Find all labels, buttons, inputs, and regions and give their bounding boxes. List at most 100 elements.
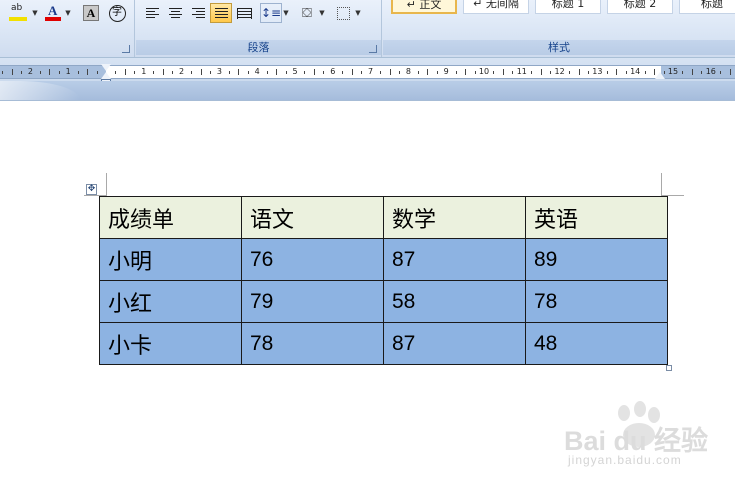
ruler-tick [20,71,22,74]
ruler-tick [2,71,4,74]
table-move-handle-icon[interactable]: ✥ [86,184,97,195]
table-cell[interactable]: 79 [241,280,384,323]
style-no-spacing[interactable]: ↵ 无间隔 [463,0,529,14]
align-center-button[interactable] [164,3,186,23]
ruler-tick [540,69,542,75]
line-spacing-dropdown-arrow[interactable]: ▼ [282,3,290,23]
ruler-tick [115,71,117,74]
ruler-number: 11 [516,67,527,76]
ruler-tick [162,69,164,75]
font-color-button[interactable]: A [42,3,64,23]
ruler-number: 4 [254,67,260,76]
ruler-tick [531,71,533,74]
align-right-button[interactable] [187,3,209,23]
ruler-tick [313,69,315,75]
align-right-icon [191,7,205,19]
ruler-number: 7 [368,67,374,76]
ruler-tick [351,69,353,75]
borders-button[interactable] [332,3,354,23]
table-cell[interactable]: 76 [241,238,384,281]
table-cell[interactable]: 78 [241,322,384,365]
table-cell[interactable]: 小明 [99,238,242,281]
distributed-button[interactable] [233,3,255,23]
character-shading-button[interactable]: A [80,3,102,23]
align-left-button[interactable] [141,3,163,23]
ruler-tick [380,71,382,74]
shading-button[interactable]: ⛋ [296,3,318,23]
table-cell[interactable]: 成绩单 [99,196,242,239]
ruler-tick [550,71,552,74]
font-color-dropdown-arrow[interactable]: ▼ [64,3,72,23]
paragraph-group-label: 段落 [136,40,381,55]
document-page[interactable]: ✥ 成绩单 语文 数学 英语 小明 76 87 89 小红 79 58 78 小… [0,101,735,486]
highlight-dropdown-arrow[interactable]: ▼ [31,3,39,23]
align-center-icon [168,7,182,19]
first-line-indent-marker[interactable] [101,64,111,71]
line-spacing-button[interactable]: ↕≡ [260,3,282,23]
ruler-tick [389,69,391,75]
style-title[interactable]: 标题 [679,0,735,14]
ruler-tick [361,71,363,74]
highlighter-icon: ab [9,3,27,21]
text-highlight-button[interactable]: ab [6,3,30,23]
ruler-tick [124,69,126,75]
ruler-number: 15 [667,67,679,76]
ruler-number: 10 [478,67,490,76]
ruler-tick [304,71,306,74]
table-cell[interactable]: 英语 [525,196,668,239]
ruler-tick [285,71,287,74]
ruler-tick [96,71,98,74]
ruler-tick [427,69,429,75]
line-spacing-icon: ↕≡ [260,6,282,20]
baidu-jingyan-watermark: Bai du 经验 jingyan.baidu.com [560,401,730,471]
table-cell[interactable]: 数学 [383,196,526,239]
enclose-characters-icon: 字 [108,4,126,22]
ruler-tick [729,69,731,75]
ruler-tick [625,71,627,74]
style-heading-2[interactable]: 标题 2 [607,0,673,14]
align-left-icon [145,7,159,19]
font-color-bar [45,17,61,21]
enclose-characters-button[interactable]: 字 [106,3,128,23]
ruler-number: 3 [216,67,222,76]
hanging-indent-marker[interactable] [101,72,111,79]
font-dialog-launcher-icon[interactable] [122,45,130,53]
table-cell[interactable]: 78 [525,280,668,323]
paragraph-dialog-launcher-icon[interactable] [369,45,377,53]
ribbon: ab ▼ A ▼ A 字 ↕≡ ▼ ⛋ ▼ ▼ 段落 ↵ 正文 ↵ 无间隔 标题… [0,0,735,58]
ruler-tick [266,71,268,74]
table-cell[interactable]: 语文 [241,196,384,239]
paragraph-group: ↕≡ ▼ ⛋ ▼ ▼ 段落 [136,0,382,57]
table-resize-handle-icon[interactable] [666,365,672,371]
ruler-tick [502,69,504,75]
ruler-number: 1 [65,67,71,76]
ruler-tick [436,71,438,74]
table-cell[interactable]: 89 [525,238,668,281]
table-cell[interactable]: 48 [525,322,668,365]
ruler-number: 13 [592,67,603,76]
table-cell[interactable]: 小红 [99,280,242,323]
borders-dropdown-arrow[interactable]: ▼ [354,3,362,23]
table-cell[interactable]: 87 [383,322,526,365]
style-heading-1[interactable]: 标题 1 [535,0,601,14]
justify-icon [214,7,228,19]
ruler-tick [49,69,51,75]
ruler-tick [644,71,646,74]
ruler-tick [493,71,495,74]
watermark-url: jingyan.baidu.com [568,453,682,467]
right-indent-marker[interactable] [655,72,665,79]
ruler-tick [276,69,278,75]
ruler-area: 2 1 1 2 3 4 5 6 7 8 9 10 11 12 13 14 15 16 [0,58,735,101]
table-header-row: 成绩单 语文 数学 英语 [99,196,668,239]
justify-button[interactable] [210,3,232,23]
table-row: 小红 79 58 78 [99,280,668,323]
table-cell[interactable]: 58 [383,280,526,323]
style-normal[interactable]: ↵ 正文 [391,0,457,14]
character-shading-icon: A [83,5,99,21]
shading-dropdown-arrow[interactable]: ▼ [318,3,326,23]
table-cell[interactable]: 87 [383,238,526,281]
styles-group-label: 样式 [383,40,735,55]
ruler-tick [323,71,325,74]
table-cell[interactable]: 小卡 [99,322,242,365]
grade-table[interactable]: 成绩单 语文 数学 英语 小明 76 87 89 小红 79 58 78 小卡 … [99,196,668,365]
